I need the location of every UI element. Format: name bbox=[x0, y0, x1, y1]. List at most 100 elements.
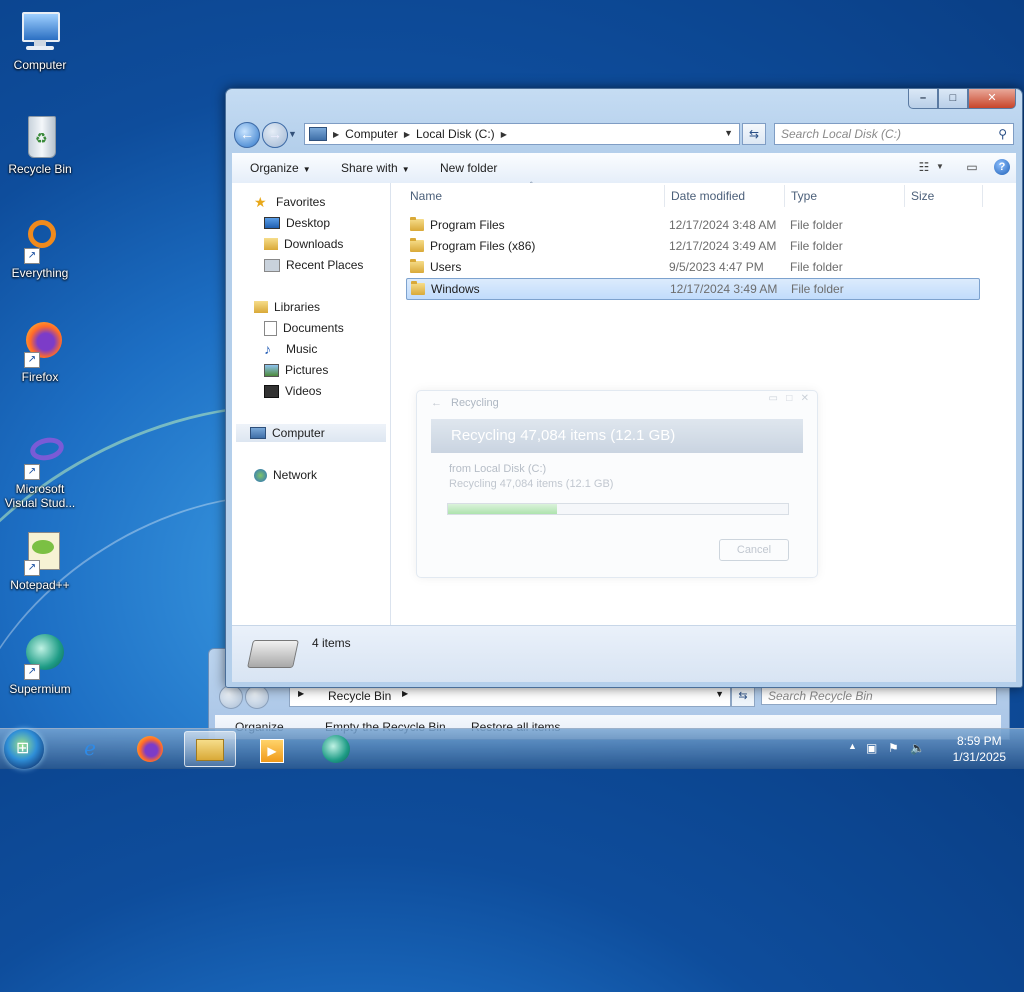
nav-favorites[interactable]: ★ Favorites bbox=[254, 193, 325, 211]
minimize-button[interactable]: – bbox=[908, 89, 938, 109]
desktop-icon-visual-studio[interactable]: ↗ Microsoft Visual Stud... bbox=[4, 432, 76, 510]
taskbar-supermium[interactable] bbox=[310, 731, 362, 767]
explorer-window[interactable]: – □ ✕ ← → ▼ ▶ Computer ▶ Local Disk (C:)… bbox=[225, 88, 1023, 688]
show-hidden-icons-icon[interactable]: ▲ bbox=[848, 741, 857, 751]
file-row-selected[interactable]: Windows 12/17/2024 3:49 AM File folder bbox=[406, 278, 980, 300]
search-placeholder: Search Local Disk (C:) bbox=[781, 127, 902, 141]
file-date: 12/17/2024 3:49 AM bbox=[669, 239, 777, 253]
windows-logo-icon: ⊞ bbox=[16, 740, 30, 757]
back-arrow-icon[interactable] bbox=[219, 685, 243, 709]
column-header-size[interactable]: Size bbox=[911, 189, 934, 205]
nav-pictures[interactable]: Pictures bbox=[264, 361, 328, 379]
change-view-icon[interactable]: ☷ bbox=[914, 158, 934, 176]
breadcrumb-computer[interactable]: Computer bbox=[345, 127, 398, 141]
address-dropdown-icon[interactable]: ▼ bbox=[715, 689, 724, 699]
nav-computer[interactable]: Computer bbox=[236, 424, 386, 442]
nav-desktop[interactable]: Desktop bbox=[264, 214, 330, 232]
chevron-down-icon: ▼ bbox=[302, 165, 311, 174]
refresh-icon[interactable]: ⇆ bbox=[731, 685, 755, 707]
view-options-dropdown-icon[interactable]: ▼ bbox=[934, 158, 946, 176]
volume-muted-icon[interactable]: 🔈 bbox=[910, 741, 925, 755]
start-button[interactable]: ⊞ bbox=[4, 729, 44, 769]
share-with-menu[interactable]: Share with ▼ bbox=[341, 161, 410, 175]
nav-libraries[interactable]: Libraries bbox=[254, 298, 320, 316]
column-header-date[interactable]: Date modified bbox=[671, 189, 745, 205]
file-type: File folder bbox=[791, 282, 844, 296]
shortcut-arrow-icon: ↗ bbox=[24, 664, 40, 680]
computer-small-icon bbox=[309, 127, 327, 141]
computer-icon bbox=[250, 427, 266, 439]
address-bar[interactable]: ▶ Recycle Bin ▶ ▼ bbox=[289, 685, 731, 707]
file-row[interactable]: Program Files 12/17/2024 3:48 AM File fo… bbox=[406, 215, 978, 235]
file-row[interactable]: Program Files (x86) 12/17/2024 3:49 AM F… bbox=[406, 236, 978, 256]
clock-time: 8:59 PM bbox=[956, 734, 1002, 748]
taskbar-internet-explorer[interactable]: ℯ bbox=[64, 731, 116, 767]
search-input[interactable]: Search Recycle Bin bbox=[761, 685, 997, 705]
notepad-plus-plus-icon: ↗ bbox=[16, 528, 64, 576]
organize-menu[interactable]: Organize ▼ bbox=[250, 161, 311, 175]
breadcrumb-chevron-icon: ▶ bbox=[500, 129, 507, 139]
nav-network[interactable]: Network bbox=[254, 466, 317, 484]
desktop-icon-label: Computer bbox=[13, 58, 67, 72]
nav-downloads[interactable]: Downloads bbox=[264, 235, 343, 253]
clock[interactable]: 8:59 PM 1/31/2025 bbox=[953, 733, 1006, 765]
command-bar: Organize ▼ Share with ▼ New folder ☷ ▼ ▭ ? bbox=[232, 153, 1016, 184]
folder-icon bbox=[410, 238, 424, 252]
desktop-icon-supermium[interactable]: ↗ Supermium bbox=[4, 632, 76, 696]
file-type: File folder bbox=[790, 218, 843, 232]
desktop-icon-everything[interactable]: ↗ Everything bbox=[4, 216, 76, 280]
forward-arrow-icon[interactable] bbox=[245, 685, 269, 709]
nav-documents[interactable]: Documents bbox=[264, 319, 344, 337]
back-button[interactable]: ← bbox=[234, 122, 260, 148]
action-center-flag-icon[interactable]: ⚑ bbox=[888, 741, 899, 755]
file-row[interactable]: Users 9/5/2023 4:47 PM File folder bbox=[406, 257, 978, 277]
sort-arrow-icon: ˆ bbox=[530, 181, 533, 190]
desktop-icon-computer[interactable]: Computer bbox=[4, 8, 76, 72]
taskbar: ⊞ ℯ ▶ ▲ ▣ ⚑ 🔈 8:59 PM 1/31/2025 bbox=[0, 728, 1024, 769]
network-tray-icon[interactable]: ▣ bbox=[866, 741, 877, 755]
nav-videos[interactable]: Videos bbox=[264, 382, 321, 400]
breadcrumb-local-disk[interactable]: Local Disk (C:) bbox=[416, 127, 495, 141]
refresh-icon: ⇆ bbox=[748, 127, 760, 141]
address-bar[interactable]: ▶ Computer ▶ Local Disk (C:) ▶ ▼ bbox=[304, 123, 740, 145]
maximize-button[interactable]: □ bbox=[938, 89, 968, 109]
breadcrumb-recycle-bin[interactable]: Recycle Bin bbox=[328, 689, 391, 703]
column-separator bbox=[982, 185, 983, 207]
recent-pages-dropdown-icon[interactable]: ▼ bbox=[288, 129, 297, 139]
desktop-icon-recycle-bin[interactable]: ♻ Recycle Bin bbox=[4, 112, 76, 176]
search-input[interactable]: Search Local Disk (C:) ⚲ bbox=[774, 123, 1014, 145]
desktop-icon-firefox[interactable]: ↗ Firefox bbox=[4, 320, 76, 384]
dialog-window-controls[interactable]: ▭ □ ✕ bbox=[768, 393, 809, 404]
file-date: 9/5/2023 4:47 PM bbox=[669, 260, 764, 274]
folder-icon bbox=[411, 281, 425, 295]
computer-icon bbox=[16, 8, 64, 56]
help-icon[interactable]: ? bbox=[994, 159, 1010, 175]
chevron-down-icon: ▼ bbox=[401, 165, 410, 174]
nav-music[interactable]: ♪ Music bbox=[264, 340, 317, 358]
everything-icon: ↗ bbox=[16, 216, 64, 264]
details-pane: 4 items bbox=[232, 625, 1016, 682]
new-folder-button[interactable]: New folder bbox=[440, 161, 497, 175]
column-header-type[interactable]: Type bbox=[791, 189, 817, 205]
taskbar-file-explorer[interactable] bbox=[184, 731, 236, 767]
forward-button[interactable]: → bbox=[262, 122, 288, 148]
back-arrow-icon: ← bbox=[431, 397, 442, 409]
preview-pane-icon[interactable]: ▭ bbox=[962, 158, 982, 176]
desktop-icon-notepad-plus-plus[interactable]: ↗ Notepad++ bbox=[4, 528, 76, 592]
close-button[interactable]: ✕ bbox=[968, 89, 1016, 109]
address-dropdown-icon[interactable]: ▼ bbox=[724, 128, 733, 138]
desktop-icon-label: Everything bbox=[11, 266, 69, 280]
file-date: 12/17/2024 3:48 AM bbox=[669, 218, 777, 232]
refresh-button[interactable]: ⇆ bbox=[742, 123, 766, 145]
supermium-icon bbox=[322, 735, 350, 763]
column-header-name[interactable]: Name bbox=[410, 189, 442, 205]
documents-icon bbox=[264, 320, 277, 336]
progress-bar-fill bbox=[448, 504, 557, 514]
taskbar-firefox[interactable] bbox=[124, 731, 176, 767]
nav-recent-places[interactable]: Recent Places bbox=[264, 256, 363, 274]
taskbar-media-player[interactable]: ▶ bbox=[246, 731, 298, 767]
cancel-button[interactable]: Cancel bbox=[719, 539, 789, 561]
folder-icon bbox=[410, 259, 424, 273]
recycling-progress-dialog[interactable]: ← Recycling ▭ □ ✕ Recycling 47,084 items… bbox=[416, 390, 818, 578]
file-type: File folder bbox=[790, 239, 843, 253]
